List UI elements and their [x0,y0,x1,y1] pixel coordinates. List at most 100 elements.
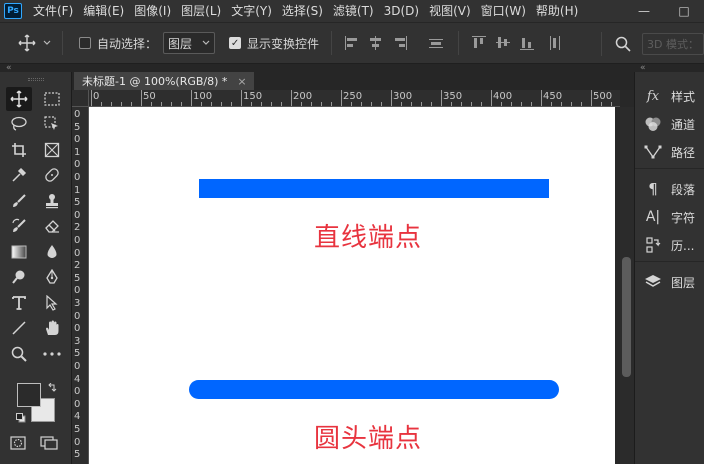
ruler-label: 5 [74,449,81,461]
menu-window[interactable]: 窗口(W) [476,0,531,22]
horizontal-ruler[interactable]: 0 50 100 150 200 250 300 350 400 450 500 [89,90,620,107]
vertical-scrollbar[interactable] [620,107,634,464]
ruler-tick [441,90,442,106]
menu-layer[interactable]: 图层(L) [176,0,226,22]
hand-tool-icon[interactable] [39,316,65,340]
ruler-label: 2 [74,260,81,272]
align-bottom-icon[interactable] [519,35,535,51]
dodge-tool-icon[interactable] [6,265,32,289]
search-icon[interactable] [610,31,636,57]
toolbar-grip[interactable] [0,72,71,86]
ruler-label: 4 [74,411,81,423]
healing-brush-tool-icon[interactable] [39,163,65,187]
gradient-tool-icon[interactable] [6,240,32,264]
layers-panel-button[interactable]: 图层 [635,268,704,296]
ruler-label: 3 [74,335,81,347]
styles-panel-button[interactable]: fx 样式 [635,82,704,110]
document-canvas[interactable]: 直线端点 圆头端点 [89,107,615,464]
ruler-tick [181,102,182,106]
path-selection-tool-icon[interactable] [39,291,65,315]
lasso-tool-icon[interactable] [6,112,32,136]
pasteboard: 直线端点 圆头端点 [89,107,619,464]
minimize-button[interactable]: — [624,0,664,22]
ruler-label: 0 [74,436,81,448]
align-top-icon[interactable] [471,35,487,51]
ruler-tick [211,102,212,106]
menu-select[interactable]: 选择(S) [277,0,328,22]
character-panel-button[interactable]: A| 字符 [635,203,704,231]
menu-3d[interactable]: 3D(D) [379,0,424,22]
eraser-tool-icon[interactable] [39,214,65,238]
zoom-tool-icon[interactable] [6,342,32,366]
vertical-ruler[interactable]: 0501001502002503003504004505 [72,107,89,464]
distribute-vertical-icon[interactable] [547,35,563,51]
menu-bar: Ps 文件(F) 编辑(E) 图像(I) 图层(L) 文字(Y) 选择(S) 滤… [0,0,704,22]
distribute-horizontal-icon[interactable] [428,35,444,51]
menu-filter[interactable]: 滤镜(T) [328,0,379,22]
crop-tool-icon[interactable] [6,138,32,162]
ruler-tick [381,102,382,106]
quick-mask-icon[interactable] [10,436,26,453]
ruler-corner[interactable] [72,90,89,107]
default-colors-icon[interactable] [16,412,26,426]
auto-select-box[interactable] [79,37,91,49]
more-tools-icon[interactable] [39,342,65,366]
swap-colors-icon[interactable] [47,382,57,396]
marquee-tool-icon[interactable] [39,87,65,111]
paths-panel-button[interactable]: 路径 [635,138,704,166]
maximize-button[interactable]: □ [664,0,704,22]
ruler-tick [231,102,232,106]
ruler-label: 300 [393,91,413,102]
menu-type[interactable]: 文字(Y) [226,0,277,22]
frame-tool-icon[interactable] [39,138,65,162]
menu-edit[interactable]: 编辑(E) [78,0,129,22]
scrollbar-thumb[interactable] [622,257,631,377]
line-tool-icon[interactable] [6,316,32,340]
butt-cap-line[interactable] [199,179,549,198]
pen-tool-icon[interactable] [39,265,65,289]
eyedropper-tool-icon[interactable] [6,163,32,187]
ruler-label: 0 [74,310,81,322]
history-panel-button[interactable]: 历... [635,231,704,259]
close-icon[interactable]: × [237,75,246,88]
align-right-icon[interactable] [392,35,408,51]
menu-image[interactable]: 图像(I) [129,0,176,22]
align-left-icon[interactable] [344,35,360,51]
align-horizontal-center-icon[interactable] [368,35,384,51]
paragraph-panel-label: 段落 [671,182,696,197]
styles-panel-label: 样式 [671,89,696,104]
object-select-tool-icon[interactable] [39,112,65,136]
show-transform-checkbox[interactable]: ✓ 显示变换控件 [229,35,319,52]
ruler-label: 50 [143,91,156,102]
ruler-label: 0 [74,398,81,410]
menu-file[interactable]: 文件(F) [28,0,78,22]
auto-select-checkbox[interactable]: 自动选择： [79,35,157,52]
foreground-color-swatch[interactable] [17,383,41,407]
history-brush-tool-icon[interactable] [6,214,32,238]
round-cap-line[interactable] [189,380,559,399]
ruler-label: 5 [74,348,81,360]
menu-help[interactable]: 帮助(H) [531,0,583,22]
ruler-tick [491,90,492,106]
ruler-label: 100 [193,91,213,102]
move-tool-preset-icon[interactable] [14,30,40,56]
ruler-label: 250 [343,91,363,102]
blur-tool-icon[interactable] [39,240,65,264]
chevron-down-icon[interactable] [40,30,54,56]
align-vertical-center-icon[interactable] [495,35,511,51]
channels-panel-button[interactable]: 通道 [635,110,704,138]
brush-tool-icon[interactable] [6,189,32,213]
butt-cap-label: 直线端点 [314,223,423,253]
document-tab[interactable]: 未标题-1 @ 100%(RGB/8) * × [74,72,254,90]
ruler-label: 0 [74,247,81,259]
menu-view[interactable]: 视图(V) [424,0,476,22]
show-transform-box[interactable]: ✓ [229,37,242,49]
type-tool-icon[interactable] [6,291,32,315]
move-tool-icon[interactable] [6,86,32,111]
paragraph-panel-button[interactable]: ¶ 段落 [635,175,704,203]
clone-stamp-tool-icon[interactable] [39,189,65,213]
ruler-tick [251,102,252,106]
screen-mode-icon[interactable] [40,436,58,453]
tools-panel [0,72,72,464]
auto-select-target-dropdown[interactable]: 图层 [163,32,216,54]
